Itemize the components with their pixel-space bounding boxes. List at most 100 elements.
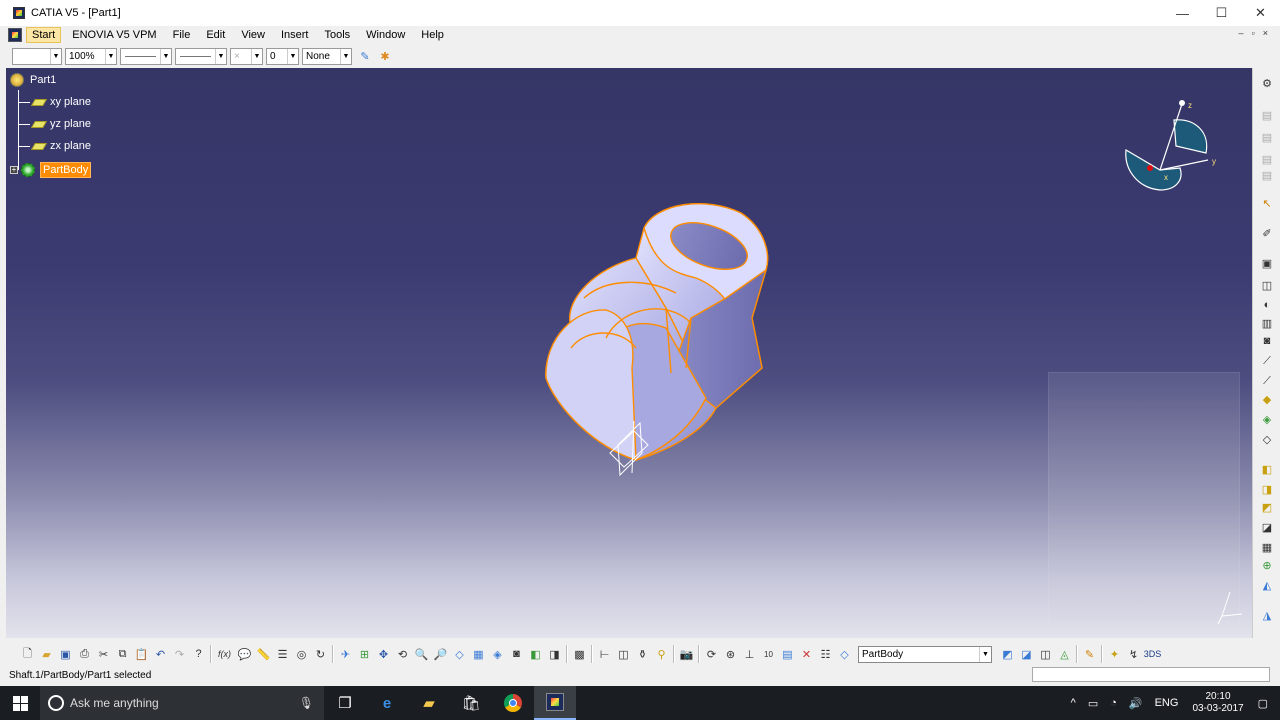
line-thickness-combo[interactable]: ▼: [175, 47, 227, 65]
select-arrow-icon[interactable]: ↖: [1259, 196, 1275, 210]
chamfer-icon[interactable]: ◨: [1259, 482, 1275, 496]
pattern-icon[interactable]: ◮: [1259, 608, 1275, 622]
menu-start[interactable]: Start: [26, 27, 62, 43]
cortana-search-box[interactable]: Ask me anything 🎙: [40, 686, 324, 720]
menu-window[interactable]: Window: [361, 28, 410, 42]
capture-icon[interactable]: 📷: [679, 646, 695, 662]
rotate-axis-icon[interactable]: ⟳: [704, 646, 720, 662]
shaft-3d-model[interactable]: [526, 198, 786, 478]
new-icon[interactable]: 🗋: [20, 646, 36, 662]
tree-item-zx-plane[interactable]: zx plane: [18, 140, 91, 152]
chrome-icon[interactable]: [492, 686, 534, 720]
wifi-icon[interactable]: ◔: [1110, 697, 1117, 709]
thickness-icon[interactable]: ▦: [1259, 540, 1275, 554]
pattern-tool-icon[interactable]: ⚱: [635, 646, 651, 662]
undo-icon[interactable]: ↶: [153, 646, 169, 662]
layer-combo[interactable]: 0 ▼: [266, 47, 299, 65]
current-body-combo[interactable]: PartBody ▼: [858, 645, 992, 663]
notifications-icon[interactable]: ▢: [1258, 697, 1268, 710]
point-symbol-combo[interactable]: × ▼: [230, 47, 263, 65]
analysis-icon[interactable]: ▩: [572, 646, 588, 662]
multi-view-icon[interactable]: ▦: [471, 646, 487, 662]
render-icon[interactable]: ◫: [1038, 646, 1054, 662]
clock[interactable]: 20:10 03-03-2017: [1192, 691, 1243, 715]
split-icon[interactable]: ◫: [616, 646, 632, 662]
doc-minimize-icon[interactable]: –: [1239, 28, 1244, 38]
swap-space-icon[interactable]: ◨: [547, 646, 563, 662]
define-in-work-object-icon[interactable]: ◇: [837, 646, 853, 662]
tree-item-partbody[interactable]: + PartBody: [10, 162, 92, 178]
apply-material-icon[interactable]: ✎: [1082, 646, 1098, 662]
slot-icon[interactable]: ⟋: [1259, 374, 1275, 388]
grayed-tool-icon[interactable]: ▤: [1259, 108, 1275, 122]
numbering-icon[interactable]: 10: [761, 646, 777, 662]
removed-section-icon[interactable]: ◇: [1259, 432, 1275, 446]
surface-icon[interactable]: ◩: [1000, 646, 1016, 662]
menu-enovia[interactable]: ENOVIA V5 VPM: [67, 28, 161, 42]
language-indicator[interactable]: ENG: [1155, 697, 1179, 709]
sketcher-icon[interactable]: ⚙: [1259, 76, 1275, 90]
rib-icon[interactable]: ⟋: [1259, 354, 1275, 368]
grayed-tool-icon[interactable]: ▤: [1259, 152, 1275, 166]
sketch-icon[interactable]: ✐: [1259, 226, 1275, 240]
copy-icon[interactable]: ⧉: [115, 646, 131, 662]
constraint-icon[interactable]: ⊢: [597, 646, 613, 662]
print-icon[interactable]: ⎙: [77, 646, 93, 662]
task-view-icon[interactable]: ❐: [324, 686, 366, 720]
measure-icon[interactable]: 📏: [256, 646, 272, 662]
tool-icon[interactable]: ⚲: [654, 646, 670, 662]
catia-logo-icon[interactable]: [8, 28, 22, 42]
axis-system-icon[interactable]: ⊥: [742, 646, 758, 662]
comment-icon[interactable]: 💬: [237, 646, 253, 662]
iso-view-icon[interactable]: ◈: [490, 646, 506, 662]
whats-this-icon[interactable]: ?: [191, 646, 207, 662]
open-icon[interactable]: ▰: [39, 646, 55, 662]
shaft-icon[interactable]: ◐: [1259, 298, 1275, 312]
material-icon[interactable]: ◬: [1057, 646, 1073, 662]
knowledge-advisor-icon[interactable]: ✦: [1107, 646, 1123, 662]
battery-icon[interactable]: ▭: [1088, 697, 1098, 710]
fillet-icon[interactable]: ◧: [1259, 462, 1275, 476]
draft-icon[interactable]: ◩: [1259, 500, 1275, 514]
menu-insert[interactable]: Insert: [276, 28, 314, 42]
doc-close-icon[interactable]: ×: [1263, 28, 1268, 38]
menu-help[interactable]: Help: [416, 28, 449, 42]
translate-icon[interactable]: ⊕: [1259, 558, 1275, 572]
copy-properties-icon[interactable]: ✱: [377, 48, 393, 64]
stiffener-icon[interactable]: ◆: [1259, 392, 1275, 406]
groove-icon[interactable]: ▥: [1259, 316, 1275, 330]
menu-edit[interactable]: Edit: [201, 28, 230, 42]
save-icon[interactable]: ▣: [58, 646, 74, 662]
close-button[interactable]: ✕: [1241, 0, 1280, 26]
maximize-button[interactable]: ☐: [1202, 0, 1241, 26]
volume-icon[interactable]: 🔊: [1129, 697, 1143, 710]
doc-restore-icon[interactable]: ▫: [1252, 28, 1255, 38]
pad-icon[interactable]: ▣: [1259, 256, 1275, 270]
update-icon[interactable]: ↻: [313, 646, 329, 662]
paste-icon[interactable]: 📋: [134, 646, 150, 662]
pocket-icon[interactable]: ◫: [1259, 278, 1275, 292]
menu-file[interactable]: File: [168, 28, 196, 42]
catalog-browser-icon[interactable]: ▤: [780, 646, 796, 662]
hide-show-icon[interactable]: ◧: [528, 646, 544, 662]
rotate-icon[interactable]: ⟲: [395, 646, 411, 662]
file-explorer-icon[interactable]: ▰: [408, 686, 450, 720]
transparency-combo[interactable]: 100% ▼: [65, 47, 117, 65]
color-combo[interactable]: ▼: [12, 47, 62, 65]
grayed-tool-icon[interactable]: ▤: [1259, 130, 1275, 144]
menu-view[interactable]: View: [236, 28, 270, 42]
layer-value-combo[interactable]: None ▼: [302, 47, 352, 65]
menu-tools[interactable]: Tools: [319, 28, 355, 42]
filter-icon[interactable]: ✕: [799, 646, 815, 662]
list-icon[interactable]: ☷: [818, 646, 834, 662]
multi-section-icon[interactable]: ◈: [1259, 412, 1275, 426]
cut-icon[interactable]: ✂: [96, 646, 112, 662]
tree-item-xy-plane[interactable]: xy plane: [18, 96, 91, 108]
knowledge-icon[interactable]: ◎: [294, 646, 310, 662]
zoom-out-icon[interactable]: 🔎: [433, 646, 449, 662]
hole-icon[interactable]: ◙: [1259, 334, 1275, 348]
normal-view-icon[interactable]: ◇: [452, 646, 468, 662]
tree-item-yz-plane[interactable]: yz plane: [18, 118, 91, 130]
expand-icon[interactable]: +: [10, 166, 18, 174]
grayed-tool-icon[interactable]: ▤: [1259, 168, 1275, 182]
